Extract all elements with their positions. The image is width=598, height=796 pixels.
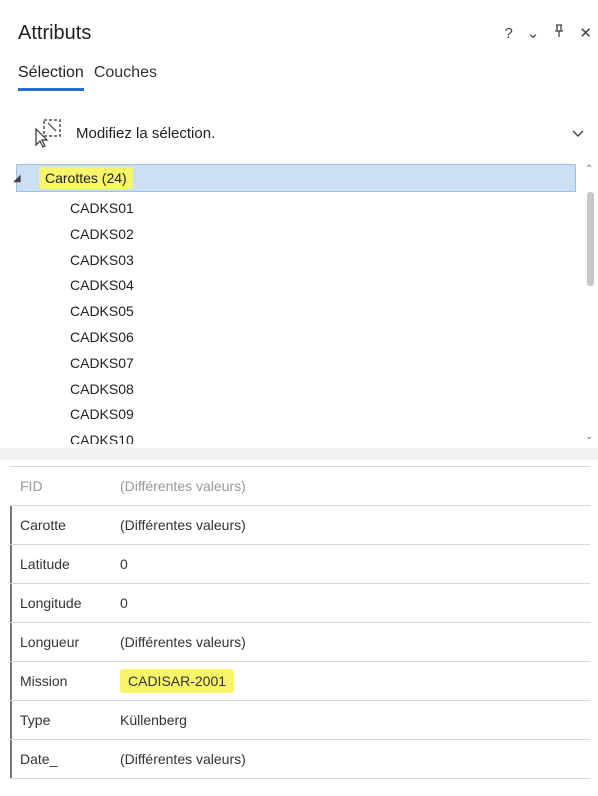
panel-splitter[interactable] bbox=[0, 448, 598, 460]
attr-key: Type bbox=[20, 712, 51, 728]
row-edit-bar bbox=[10, 545, 12, 583]
selection-dropdown-icon[interactable] bbox=[572, 125, 584, 141]
chevron-down-icon[interactable]: ⌄ bbox=[527, 24, 540, 42]
tree-root-label: Carottes (24) bbox=[39, 167, 133, 189]
attr-row-mission[interactable]: Mission CADISAR-2001 bbox=[10, 662, 590, 701]
help-icon[interactable]: ? bbox=[505, 25, 513, 42]
tree-item[interactable]: CADKS03 bbox=[70, 248, 134, 274]
row-edit-bar bbox=[10, 584, 12, 622]
attr-value[interactable]: (Différentes valeurs) bbox=[108, 517, 246, 533]
attr-row-date[interactable]: Date_ (Différentes valeurs) bbox=[10, 740, 590, 779]
title-controls: ? ⌄ ✕ bbox=[505, 24, 592, 42]
tree-item[interactable]: CADKS05 bbox=[70, 299, 134, 325]
attr-value: (Différentes valeurs) bbox=[120, 478, 246, 494]
tree-item[interactable]: CADKS09 bbox=[70, 402, 134, 428]
attr-value[interactable]: Küllenberg bbox=[108, 712, 187, 728]
attr-row-longitude[interactable]: Longitude 0 bbox=[10, 584, 590, 623]
attributes-panel: Attributs ? ⌄ ✕ Sélection Couches Modifi… bbox=[0, 0, 598, 796]
attr-key: FID bbox=[20, 478, 43, 494]
tree-item[interactable]: CADKS04 bbox=[70, 273, 134, 299]
attr-row-carotte[interactable]: Carotte (Différentes valeurs) bbox=[10, 506, 590, 545]
attributes-table: FID (Différentes valeurs) Carotte (Diffé… bbox=[10, 466, 590, 779]
attr-row-type[interactable]: Type Küllenberg bbox=[10, 701, 590, 740]
tab-selection[interactable]: Sélection bbox=[18, 64, 84, 91]
panel-tabs: Sélection Couches bbox=[18, 64, 157, 91]
panel-titlebar: Attributs ? ⌄ ✕ bbox=[0, 0, 598, 56]
attr-value[interactable]: (Différentes valeurs) bbox=[108, 751, 246, 767]
attr-value[interactable]: 0 bbox=[108, 556, 128, 572]
close-icon[interactable]: ✕ bbox=[579, 24, 592, 42]
attr-key: Latitude bbox=[20, 556, 70, 572]
pin-icon[interactable] bbox=[553, 24, 565, 42]
row-edit-bar bbox=[10, 701, 12, 739]
tab-couches[interactable]: Couches bbox=[94, 64, 157, 91]
selection-tree: ◢ Carottes (24) CADKS01 CADKS02 CADKS03 … bbox=[10, 162, 582, 444]
attr-value-mission[interactable]: CADISAR-2001 bbox=[108, 669, 235, 693]
attr-key: Longueur bbox=[20, 634, 80, 650]
tree-item[interactable]: CADKS06 bbox=[70, 325, 134, 351]
attr-value[interactable]: 0 bbox=[108, 595, 128, 611]
row-edit-bar bbox=[10, 506, 12, 544]
collapse-triangle-icon[interactable]: ◢ bbox=[13, 173, 21, 184]
tree-item[interactable]: CADKS07 bbox=[70, 351, 134, 377]
scroll-down-icon[interactable]: ⌄ bbox=[585, 431, 593, 442]
selection-label: Modifiez la sélection. bbox=[76, 124, 216, 142]
row-edit-bar bbox=[10, 740, 12, 778]
attr-row-longueur[interactable]: Longueur (Différentes valeurs) bbox=[10, 623, 590, 662]
tree-item[interactable]: CADKS08 bbox=[70, 377, 134, 403]
attr-value[interactable]: (Différentes valeurs) bbox=[108, 634, 246, 650]
attr-key: Longitude bbox=[20, 595, 82, 611]
tree-item[interactable]: CADKS02 bbox=[70, 222, 134, 248]
scroll-up-icon[interactable]: ⌃ bbox=[585, 164, 593, 175]
panel-title: Attributs bbox=[18, 22, 92, 44]
select-cursor-icon bbox=[30, 117, 66, 149]
tree-scrollbar[interactable]: ⌃ ⌄ bbox=[584, 162, 596, 444]
tree-item[interactable]: CADKS01 bbox=[70, 196, 134, 222]
row-edit-bar bbox=[10, 623, 12, 661]
attr-key: Date_ bbox=[20, 751, 58, 767]
selection-row[interactable]: Modifiez la sélection. bbox=[30, 114, 588, 152]
attr-row-fid: FID (Différentes valeurs) bbox=[10, 466, 590, 506]
tree-item[interactable]: CADKS10 bbox=[70, 428, 134, 444]
tree-items: CADKS01 CADKS02 CADKS03 CADKS04 CADKS05 … bbox=[70, 196, 134, 444]
tree-root-carottes[interactable]: ◢ Carottes (24) bbox=[13, 164, 576, 192]
row-edit-bar bbox=[10, 662, 12, 700]
scroll-thumb[interactable] bbox=[587, 192, 594, 286]
highlighted-value: CADISAR-2001 bbox=[120, 669, 235, 693]
attr-row-latitude[interactable]: Latitude 0 bbox=[10, 545, 590, 584]
attr-key: Mission bbox=[20, 673, 68, 689]
attr-key: Carotte bbox=[20, 517, 66, 533]
